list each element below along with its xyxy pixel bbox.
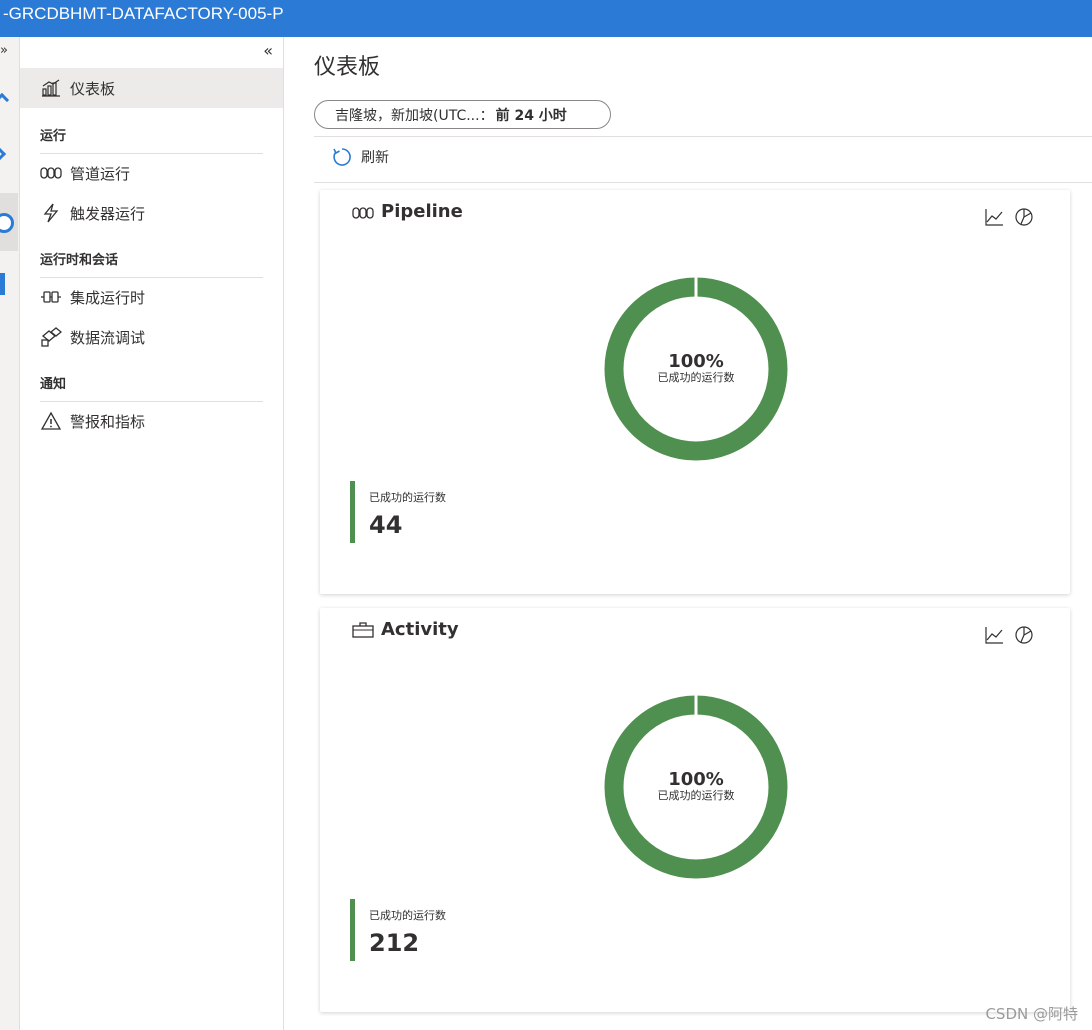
factory-name: -GRCDBHMT-DATAFACTORY-005-P <box>3 4 284 23</box>
pipeline-icon <box>40 163 62 183</box>
success-stat: 已成功的运行数 44 <box>350 481 446 543</box>
nav-item-alerts-metrics[interactable]: 警报和指标 <box>20 401 283 441</box>
nav-item-dashboard[interactable]: 仪表板 <box>20 68 283 108</box>
bar-chart-icon <box>40 78 62 98</box>
line-chart-icon[interactable] <box>984 625 1004 645</box>
stat-value: 44 <box>369 511 403 539</box>
success-donut: 100% 已成功的运行数 <box>603 694 789 880</box>
page-title: 仪表板 <box>314 55 381 80</box>
left-rail: » <box>0 37 20 1030</box>
donut-center: 100% 已成功的运行数 <box>603 694 789 880</box>
card-actions <box>984 207 1034 227</box>
filter-separator: ： <box>479 107 494 124</box>
stat-label: 已成功的运行数 <box>369 909 446 922</box>
card-header: Pipeline <box>352 201 463 222</box>
warning-icon <box>40 411 62 431</box>
refresh-icon <box>332 147 352 167</box>
donut-label: 已成功的运行数 <box>657 371 735 384</box>
nav-label-integration-runtimes: 集成运行时 <box>70 288 146 307</box>
filter-timezone: 吉隆坡，新加坡(UTC... <box>335 107 480 124</box>
pipeline-icon <box>352 204 374 220</box>
success-donut: 100% 已成功的运行数 <box>603 276 789 462</box>
card-title: Pipeline <box>381 201 463 222</box>
activity-card: Activity 100% 已成功的运行数 已成功的运行数 212 <box>320 608 1070 1012</box>
donut-percent: 100% <box>668 351 724 372</box>
nav-item-dataflow-debug[interactable]: 数据流调试 <box>20 317 283 357</box>
pie-chart-icon[interactable] <box>1014 625 1034 645</box>
toolbar-divider-bottom <box>314 182 1092 183</box>
line-chart-icon[interactable] <box>984 207 1004 227</box>
nav-item-integration-runtimes[interactable]: 集成运行时 <box>20 277 283 317</box>
home-icon[interactable] <box>0 92 10 108</box>
lightning-icon <box>40 203 62 223</box>
card-header: Activity <box>352 619 459 640</box>
success-stat: 已成功的运行数 212 <box>350 899 446 961</box>
dashboard-main: 仪表板 吉隆坡，新加坡(UTC... ： 前 24 小时 刷新 Pipeline <box>285 37 1092 1030</box>
donut-label: 已成功的运行数 <box>657 789 735 802</box>
time-range-filter[interactable]: 吉隆坡，新加坡(UTC... ： 前 24 小时 <box>314 100 611 129</box>
nav-section-notifications: 通知 <box>40 373 263 402</box>
nav-section-runtimes: 运行时和会话 <box>40 249 263 278</box>
monitor-icon[interactable] <box>0 193 18 251</box>
pipeline-card: Pipeline 100% 已成功的运行数 已成功的运行数 44 <box>320 190 1070 594</box>
top-bar: -GRCDBHMT-DATAFACTORY-005-P <box>0 0 1092 37</box>
nav-item-pipeline-runs[interactable]: 管道运行 <box>20 153 283 193</box>
integration-runtime-icon <box>40 287 62 307</box>
monitor-sidenav: « 仪表板 运行 管道运行 触发器运行 运行时和会话 集成运行时 数据流调试 通… <box>20 37 284 1030</box>
card-title: Activity <box>381 619 459 640</box>
briefcase-icon <box>352 621 374 638</box>
refresh-button[interactable]: 刷新 <box>332 147 389 167</box>
expand-rail-button[interactable]: » <box>0 43 8 58</box>
nav-label-alerts-metrics: 警报和指标 <box>70 412 146 431</box>
author-icon[interactable] <box>0 146 7 162</box>
donut-percent: 100% <box>668 769 724 790</box>
nav-item-trigger-runs[interactable]: 触发器运行 <box>20 193 283 233</box>
donut-center: 100% 已成功的运行数 <box>603 276 789 462</box>
nav-label-trigger-runs: 触发器运行 <box>70 204 146 223</box>
card-actions <box>984 625 1034 645</box>
collapse-nav-button[interactable]: « <box>263 41 273 60</box>
toolbar-divider-top <box>314 136 1092 137</box>
dataflow-debug-icon <box>40 327 62 347</box>
nav-section-runs: 运行 <box>40 125 263 154</box>
stat-label: 已成功的运行数 <box>369 491 446 504</box>
pie-chart-icon[interactable] <box>1014 207 1034 227</box>
stat-value: 212 <box>369 929 420 957</box>
nav-label-pipeline-runs: 管道运行 <box>70 164 131 183</box>
nav-label-dashboard: 仪表板 <box>70 79 116 98</box>
manage-icon[interactable] <box>0 273 5 295</box>
refresh-label: 刷新 <box>361 150 389 166</box>
filter-range: 前 24 小时 <box>495 107 567 124</box>
nav-label-dataflow-debug: 数据流调试 <box>70 328 146 347</box>
watermark: CSDN @阿特 <box>985 1005 1078 1023</box>
